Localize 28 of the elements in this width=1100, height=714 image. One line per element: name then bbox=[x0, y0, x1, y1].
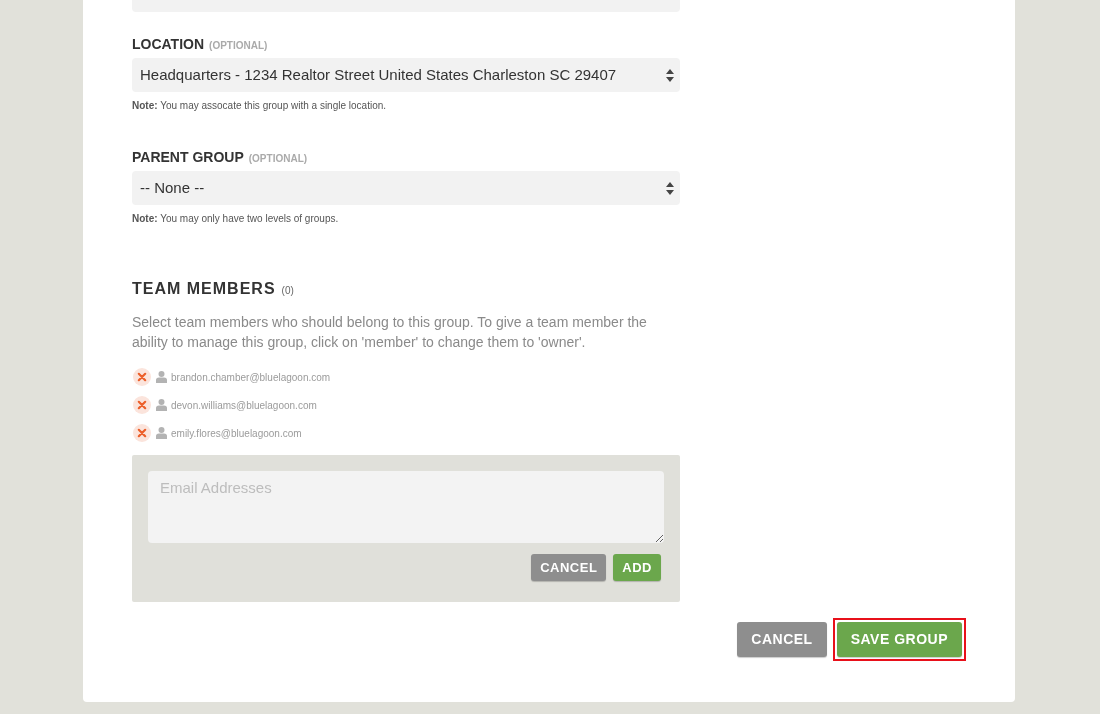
person-icon bbox=[156, 427, 167, 439]
remove-icon[interactable] bbox=[133, 424, 151, 442]
section-description: Select team members who should belong to this group. To give a team member the ability to manage this group, click on 'member' to change them to 'owner'. bbox=[132, 313, 648, 352]
select-field[interactable]: Headquarters - 1234 Realtor Street United States Charleston SC 29407 bbox=[132, 58, 680, 92]
section-title: TEAM MEMBERS bbox=[132, 280, 276, 298]
select-arrows-icon bbox=[666, 181, 674, 195]
select-arrows-icon bbox=[666, 68, 674, 82]
cancel-button[interactable]: CANCEL bbox=[531, 554, 607, 581]
save-group-button[interactable]: SAVE GROUP bbox=[836, 622, 962, 657]
field-note: Note: You may assocate this group with a single location. bbox=[132, 100, 387, 112]
remove-icon[interactable] bbox=[133, 368, 151, 386]
select-field[interactable]: -- None -- bbox=[132, 171, 680, 205]
cancel-button[interactable]: CANCEL bbox=[737, 622, 827, 657]
member-email: emily.flores@bluelagoon.com bbox=[171, 426, 302, 441]
field-label: LOCATION bbox=[132, 36, 205, 52]
member-count: (0) bbox=[281, 285, 294, 297]
person-icon bbox=[156, 399, 167, 411]
field-note: Note: You may only have two levels of groups. bbox=[132, 213, 339, 225]
member-email: brandon.chamber@bluelagoon.com bbox=[171, 370, 331, 385]
remove-icon[interactable] bbox=[133, 396, 151, 414]
optional-hint: (OPTIONAL) bbox=[209, 40, 268, 52]
add-button[interactable]: ADD bbox=[613, 554, 661, 581]
field-label: PARENT GROUP bbox=[132, 149, 244, 165]
select-value: -- None -- bbox=[140, 177, 205, 198]
select-value: Headquarters - 1234 Realtor Street United States Charleston SC 29407 bbox=[140, 64, 617, 85]
person-icon bbox=[156, 371, 167, 383]
member-email: devon.williams@bluelagoon.com bbox=[171, 398, 317, 413]
optional-hint: (OPTIONAL) bbox=[248, 153, 308, 165]
